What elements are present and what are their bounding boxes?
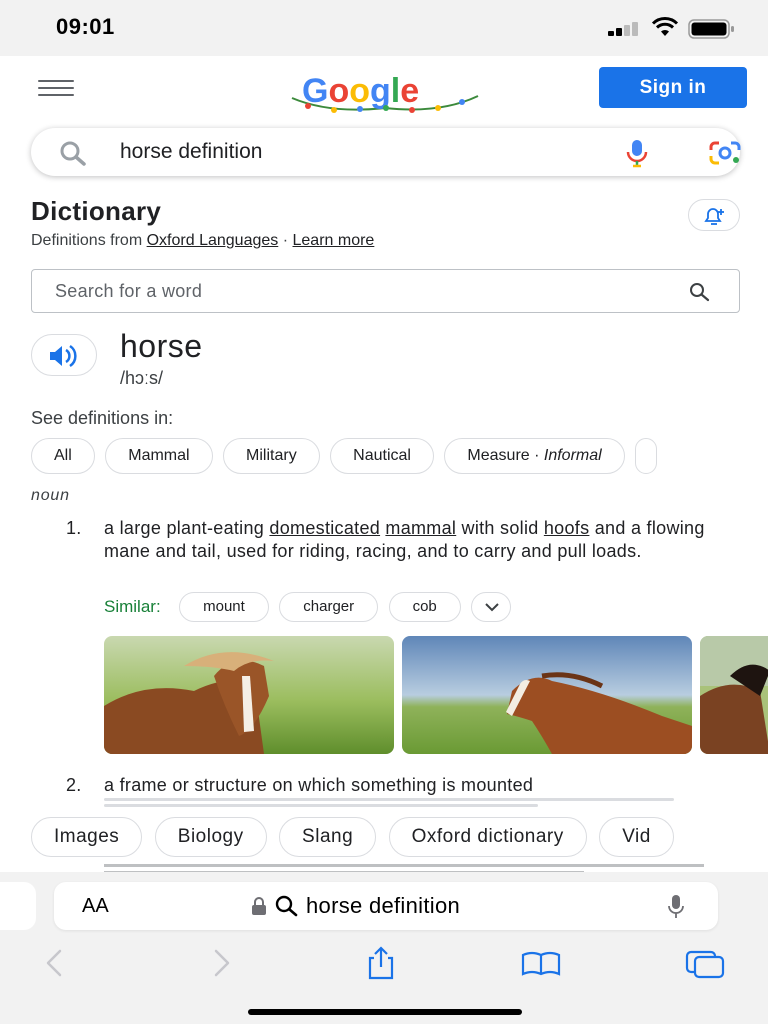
status-bar: 09:01	[0, 0, 768, 56]
category-chip-mammal[interactable]: Mammal	[105, 438, 213, 474]
definition-2: 2. a frame or structure on which somethi…	[66, 774, 726, 797]
category-chip-all[interactable]: All	[31, 438, 95, 474]
separator-dot: ·	[282, 232, 289, 249]
horse-image-carousel	[104, 636, 768, 754]
pronunciation-button[interactable]	[31, 334, 97, 376]
chevron-down-icon	[485, 603, 499, 612]
synonym-chip-mount[interactable]: mount	[179, 592, 269, 622]
search-icon[interactable]	[686, 281, 714, 303]
informal-label: Informal	[543, 447, 602, 464]
see-definitions-label: See definitions in:	[31, 408, 174, 428]
definition-number: 2.	[66, 775, 82, 795]
microphone-icon[interactable]	[666, 894, 686, 920]
speaker-icon	[50, 344, 77, 368]
lock-icon	[252, 897, 266, 915]
share-icon[interactable]	[360, 946, 402, 980]
search-icon	[60, 141, 86, 166]
search-icon	[275, 895, 298, 917]
forward-arrow-icon[interactable]	[200, 946, 242, 980]
address-text[interactable]: horse definition	[306, 893, 460, 919]
phonetic-spelling: /hɔːs/	[120, 368, 164, 388]
dictionary-title: Dictionary	[31, 196, 162, 226]
status-time: 09:01	[56, 14, 115, 39]
word-search-input[interactable]: Search for a word	[31, 269, 740, 313]
safari-toolbar: AA horse definition	[0, 872, 768, 1024]
add-alert-button[interactable]	[688, 199, 740, 231]
domesticated-link[interactable]: domesticated	[269, 518, 380, 538]
definition-category-chips: All Mammal Military Nautical Measure · I…	[31, 438, 663, 476]
category-chip-military[interactable]: Military	[223, 438, 320, 474]
synonym-chip-charger[interactable]: charger	[279, 592, 379, 622]
related-chip-slang[interactable]: Slang	[279, 817, 377, 857]
part-of-speech: noun	[31, 487, 70, 504]
related-search-chips: Images Biology Slang Oxford dictionary V…	[31, 817, 682, 859]
bookmarks-icon[interactable]	[520, 946, 562, 980]
horse-image-1[interactable]	[104, 636, 394, 754]
cellular-signal-icon	[608, 20, 644, 36]
add-alert-icon	[704, 208, 724, 225]
home-indicator[interactable]	[248, 1009, 522, 1015]
horse-image-3[interactable]	[700, 636, 768, 754]
more-synonyms-button[interactable]	[471, 592, 512, 622]
definition-1: 1. a large plant-eating domesticated mam…	[66, 517, 726, 563]
oxford-languages-link[interactable]: Oxford Languages	[147, 232, 279, 249]
definition-2-overflow-text	[104, 798, 724, 810]
search-bar[interactable]: horse definition	[31, 128, 743, 176]
hamburger-menu-icon[interactable]	[38, 80, 74, 100]
battery-icon	[688, 19, 734, 39]
category-chip-measure[interactable]: Measure · Informal	[444, 438, 625, 474]
related-chip-images[interactable]: Images	[31, 817, 143, 857]
definition-number: 1.	[66, 518, 82, 538]
mammal-link[interactable]: mammal	[385, 518, 456, 538]
similar-label: Similar:	[104, 597, 161, 616]
word-search-placeholder: Search for a word	[55, 281, 203, 301]
wifi-icon	[651, 17, 679, 36]
dictionary-source: Definitions from Oxford Languages · Lear…	[31, 232, 374, 250]
definitions-from-label: Definitions from	[31, 232, 143, 249]
related-chip-videos[interactable]: Vid	[599, 817, 674, 857]
google-lens-icon[interactable]	[707, 140, 743, 166]
definition-text: a frame or structure on which something …	[104, 775, 534, 795]
microphone-icon[interactable]	[623, 138, 651, 168]
sign-in-button[interactable]: Sign in	[599, 67, 747, 108]
address-bar[interactable]: AA horse definition	[54, 882, 718, 930]
related-chip-oxford-dictionary[interactable]: Oxford dictionary	[388, 817, 587, 857]
horse-image-2[interactable]	[402, 636, 692, 754]
tabs-icon[interactable]	[684, 946, 726, 980]
previous-tab-edge[interactable]	[0, 882, 36, 930]
measure-label: Measure ·	[467, 447, 544, 464]
back-arrow-icon[interactable]	[34, 946, 76, 980]
search-input[interactable]: horse definition	[120, 140, 262, 164]
learn-more-link[interactable]: Learn more	[293, 232, 375, 249]
google-doodle-logo[interactable]: Google	[290, 68, 480, 114]
category-chip-overflow[interactable]	[635, 438, 658, 474]
synonym-chip-cob[interactable]: cob	[388, 592, 461, 622]
text-size-button[interactable]: AA	[82, 895, 109, 918]
related-chip-biology[interactable]: Biology	[154, 817, 267, 857]
similar-words: Similar: mount charger cob	[104, 592, 517, 626]
svg-text:Google: Google	[302, 72, 419, 110]
google-header: Google Sign in	[0, 56, 768, 126]
category-chip-nautical[interactable]: Nautical	[330, 438, 434, 474]
headword: horse	[120, 328, 203, 364]
hoofs-link[interactable]: hoofs	[544, 518, 590, 538]
definition-text: a large plant-eating domesticated mammal…	[104, 518, 705, 561]
